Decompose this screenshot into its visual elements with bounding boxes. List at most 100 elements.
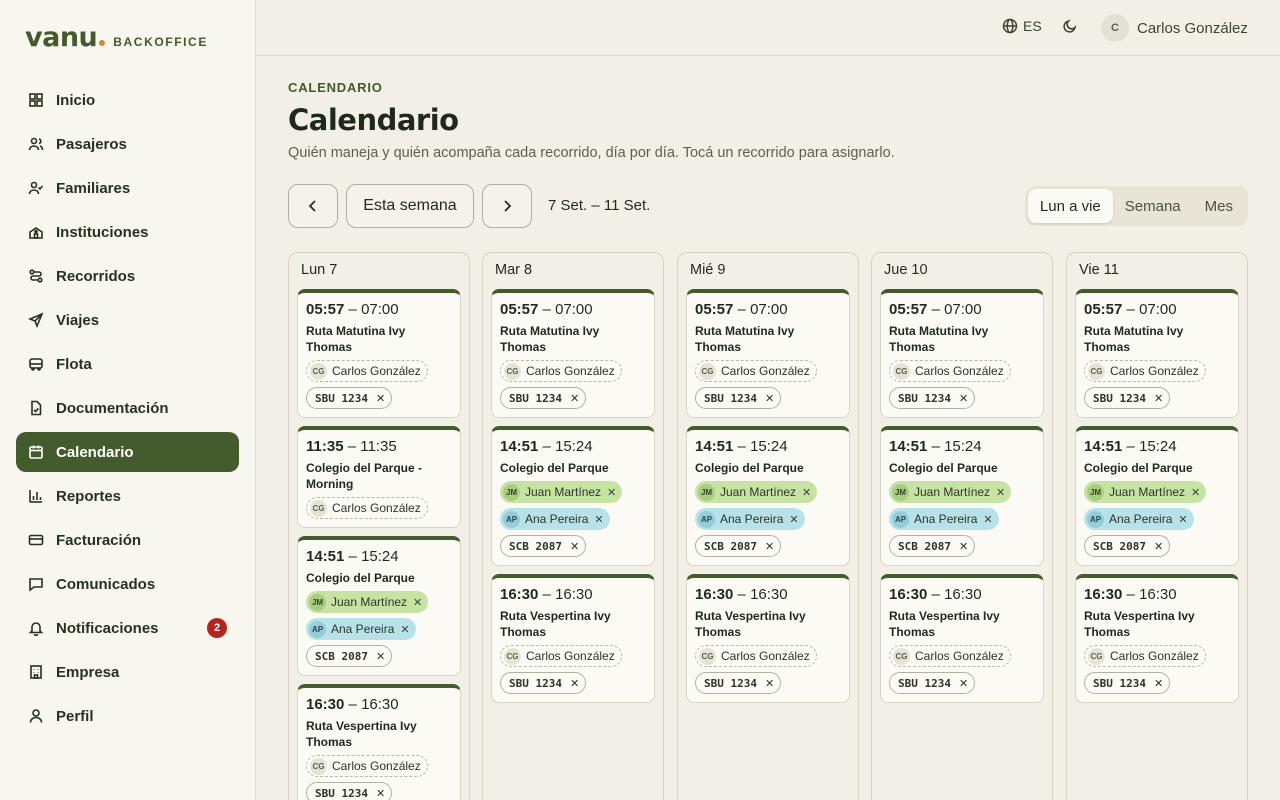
remove-vehicle-icon[interactable]: ✕ <box>959 677 968 690</box>
driver-chip[interactable]: CG Carlos González <box>500 360 622 382</box>
sidebar-item-notificaciones[interactable]: Notificaciones 2 <box>16 608 239 648</box>
remove-vehicle-icon[interactable]: ✕ <box>570 392 579 405</box>
sidebar-item-recorridos[interactable]: Recorridos <box>16 256 239 296</box>
aide-chip[interactable]: AP Ana Pereira ✕ <box>695 508 805 530</box>
trip-card[interactable]: 16:30 – 16:30 Ruta Vespertina Ivy Thomas C… <box>686 574 850 703</box>
driver-chip[interactable]: JM Juan Martínez ✕ <box>1084 481 1207 503</box>
remove-person-icon[interactable]: ✕ <box>1191 486 1200 499</box>
sidebar-item-reportes[interactable]: Reportes <box>16 476 239 516</box>
trip-card[interactable]: 14:51 – 15:24 Colegio del Parque JM Juan Ma… <box>686 426 850 566</box>
trip-card[interactable]: 05:57 – 07:00 Ruta Matutina Ivy Thomas CG C… <box>880 289 1044 418</box>
remove-vehicle-icon[interactable]: ✕ <box>1154 540 1163 553</box>
sidebar-item-perfil[interactable]: Perfil <box>16 696 239 736</box>
remove-person-icon[interactable]: ✕ <box>594 513 603 526</box>
sidebar-item-flota[interactable]: Flota <box>16 344 239 384</box>
next-week-button[interactable] <box>482 184 532 228</box>
sidebar-item-documentacion[interactable]: Documentación <box>16 388 239 428</box>
driver-chip[interactable]: JM Juan Martínez ✕ <box>889 481 1012 503</box>
driver-chip[interactable]: CG Carlos González <box>306 755 428 777</box>
trip-card[interactable]: 14:51 – 15:24 Colegio del Parque JM Juan Ma… <box>880 426 1044 566</box>
aide-chip[interactable]: AP Ana Pereira ✕ <box>306 618 416 640</box>
remove-person-icon[interactable]: ✕ <box>400 623 409 636</box>
driver-chip[interactable]: JM Juan Martínez ✕ <box>500 481 623 503</box>
sidebar-item-inicio[interactable]: Inicio <box>16 80 239 120</box>
previous-week-button[interactable] <box>288 184 338 228</box>
driver-chip[interactable]: CG Carlos González <box>1084 645 1206 667</box>
remove-vehicle-icon[interactable]: ✕ <box>376 650 385 663</box>
remove-person-icon[interactable]: ✕ <box>413 596 422 609</box>
driver-chip[interactable]: CG Carlos González <box>306 360 428 382</box>
trip-card[interactable]: 05:57 – 07:00 Ruta Matutina Ivy Thomas CG C… <box>686 289 850 418</box>
remove-person-icon[interactable]: ✕ <box>802 486 811 499</box>
driver-chip[interactable]: CG Carlos González <box>500 645 622 667</box>
trip-card[interactable]: 16:30 – 16:30 Ruta Vespertina Ivy Thomas C… <box>880 574 1044 703</box>
vehicle-plate-chip[interactable]: SBU 1234 ✕ <box>500 387 587 409</box>
remove-person-icon[interactable]: ✕ <box>996 486 1005 499</box>
driver-chip[interactable]: JM Juan Martínez ✕ <box>306 591 429 613</box>
logo[interactable]: vanu BACKOFFICE <box>25 22 208 53</box>
vehicle-plate-chip[interactable]: SCB 2087 ✕ <box>695 535 782 557</box>
remove-vehicle-icon[interactable]: ✕ <box>765 540 774 553</box>
remove-vehicle-icon[interactable]: ✕ <box>376 787 385 800</box>
remove-vehicle-icon[interactable]: ✕ <box>959 540 968 553</box>
trip-card[interactable]: 16:30 – 16:30 Ruta Vespertina Ivy Thomas C… <box>297 684 461 800</box>
aide-chip[interactable]: AP Ana Pereira ✕ <box>500 508 610 530</box>
remove-vehicle-icon[interactable]: ✕ <box>570 677 579 690</box>
remove-vehicle-icon[interactable]: ✕ <box>959 392 968 405</box>
remove-vehicle-icon[interactable]: ✕ <box>376 392 385 405</box>
remove-vehicle-icon[interactable]: ✕ <box>1154 677 1163 690</box>
language-switcher[interactable]: ES <box>1002 18 1042 34</box>
sidebar-item-facturacion[interactable]: Facturación <box>16 520 239 560</box>
remove-person-icon[interactable]: ✕ <box>1178 513 1187 526</box>
driver-chip[interactable]: JM Juan Martínez ✕ <box>695 481 818 503</box>
trip-card[interactable]: 16:30 – 16:30 Ruta Vespertina Ivy Thomas C… <box>491 574 655 703</box>
remove-person-icon[interactable]: ✕ <box>607 486 616 499</box>
driver-chip[interactable]: CG Carlos González <box>695 360 817 382</box>
vehicle-plate-chip[interactable]: SCB 2087 ✕ <box>889 535 976 557</box>
trip-card[interactable]: 05:57 – 07:00 Ruta Matutina Ivy Thomas CG C… <box>1075 289 1239 418</box>
this-week-button[interactable]: Esta semana <box>346 184 474 228</box>
trip-card[interactable]: 11:35 – 11:35 Colegio del Parque - Mornin… <box>297 426 461 528</box>
remove-vehicle-icon[interactable]: ✕ <box>1154 392 1163 405</box>
remove-person-icon[interactable]: ✕ <box>983 513 992 526</box>
vehicle-plate-chip[interactable]: SBU 1234 ✕ <box>889 672 976 694</box>
aide-chip[interactable]: AP Ana Pereira ✕ <box>889 508 999 530</box>
trip-card[interactable]: 05:57 – 07:00 Ruta Matutina Ivy Thomas CG C… <box>297 289 461 418</box>
view-option[interactable]: Semana <box>1113 189 1193 223</box>
driver-chip[interactable]: CG Carlos González <box>889 360 1011 382</box>
vehicle-plate-chip[interactable]: SBU 1234 ✕ <box>1084 387 1171 409</box>
vehicle-plate-chip[interactable]: SBU 1234 ✕ <box>695 387 782 409</box>
driver-chip[interactable]: CG Carlos González <box>889 645 1011 667</box>
remove-vehicle-icon[interactable]: ✕ <box>765 677 774 690</box>
aide-chip[interactable]: AP Ana Pereira ✕ <box>1084 508 1194 530</box>
sidebar-item-instituciones[interactable]: Instituciones <box>16 212 239 252</box>
vehicle-plate-chip[interactable]: SBU 1234 ✕ <box>1084 672 1171 694</box>
remove-vehicle-icon[interactable]: ✕ <box>765 392 774 405</box>
vehicle-plate-chip[interactable]: SCB 2087 ✕ <box>306 645 393 667</box>
trip-card[interactable]: 05:57 – 07:00 Ruta Matutina Ivy Thomas CG C… <box>491 289 655 418</box>
sidebar-item-comunicados[interactable]: Comunicados <box>16 564 239 604</box>
sidebar-item-familiares[interactable]: Familiares <box>16 168 239 208</box>
view-option[interactable]: Mes <box>1193 189 1245 223</box>
remove-vehicle-icon[interactable]: ✕ <box>570 540 579 553</box>
vehicle-plate-chip[interactable]: SBU 1234 ✕ <box>695 672 782 694</box>
user-menu[interactable]: C Carlos González <box>1101 14 1248 42</box>
view-option[interactable]: Lun a vie <box>1027 189 1113 223</box>
sidebar-item-calendario[interactable]: Calendario <box>16 432 239 472</box>
sidebar-item-viajes[interactable]: Viajes <box>16 300 239 340</box>
trip-card[interactable]: 16:30 – 16:30 Ruta Vespertina Ivy Thomas C… <box>1075 574 1239 703</box>
vehicle-plate-chip[interactable]: SBU 1234 ✕ <box>889 387 976 409</box>
driver-chip[interactable]: CG Carlos González <box>695 645 817 667</box>
remove-person-icon[interactable]: ✕ <box>789 513 798 526</box>
trip-card[interactable]: 14:51 – 15:24 Colegio del Parque JM Juan Ma… <box>1075 426 1239 566</box>
sidebar-item-empresa[interactable]: Empresa <box>16 652 239 692</box>
trip-card[interactable]: 14:51 – 15:24 Colegio del Parque JM Juan Ma… <box>297 536 461 676</box>
theme-toggle[interactable] <box>1062 18 1080 36</box>
trip-card[interactable]: 14:51 – 15:24 Colegio del Parque JM Juan Ma… <box>491 426 655 566</box>
sidebar-item-pasajeros[interactable]: Pasajeros <box>16 124 239 164</box>
driver-chip[interactable]: CG Carlos González <box>306 497 428 519</box>
driver-chip[interactable]: CG Carlos González <box>1084 360 1206 382</box>
vehicle-plate-chip[interactable]: SBU 1234 ✕ <box>306 387 393 409</box>
vehicle-plate-chip[interactable]: SCB 2087 ✕ <box>500 535 587 557</box>
vehicle-plate-chip[interactable]: SBU 1234 ✕ <box>500 672 587 694</box>
